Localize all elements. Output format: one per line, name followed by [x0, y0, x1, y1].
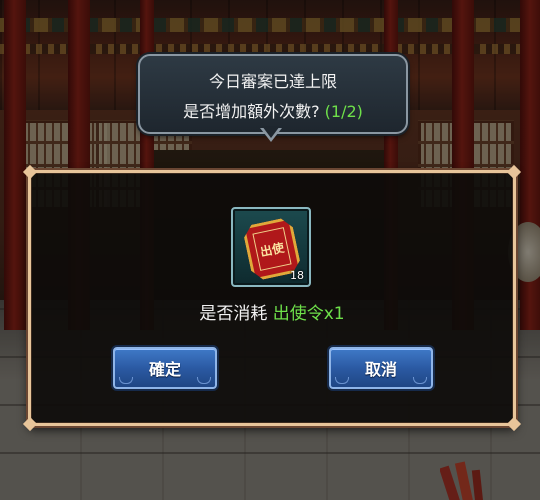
item-slot[interactable]: 出使 18	[231, 207, 311, 287]
tooltip-question-text: 是否增加額外次數?	[183, 102, 320, 121]
consume-prompt-text: 是否消耗	[199, 304, 273, 324]
confirm-button[interactable]: 確定	[113, 347, 217, 389]
token-glyph: 出使	[252, 227, 291, 271]
tooltip-message: 今日審案已達上限	[208, 72, 337, 91]
tooltip-tail	[260, 126, 282, 142]
consume-dialog: 出使 18 是否消耗 出使令x1 確定 取消	[22, 164, 522, 432]
consume-prompt: 是否消耗 出使令x1	[31, 299, 513, 324]
tooltip-question: 是否增加額外次數? (1/2)	[140, 98, 406, 122]
cancel-button[interactable]: 取消	[329, 347, 433, 389]
item-quantity: 18	[290, 269, 304, 282]
consume-item-name: 出使令x1	[272, 304, 345, 324]
limit-tooltip: 今日審案已達上限 是否增加額外次數? (1/2)	[138, 54, 408, 134]
tooltip-count: (1/2)	[324, 102, 363, 121]
